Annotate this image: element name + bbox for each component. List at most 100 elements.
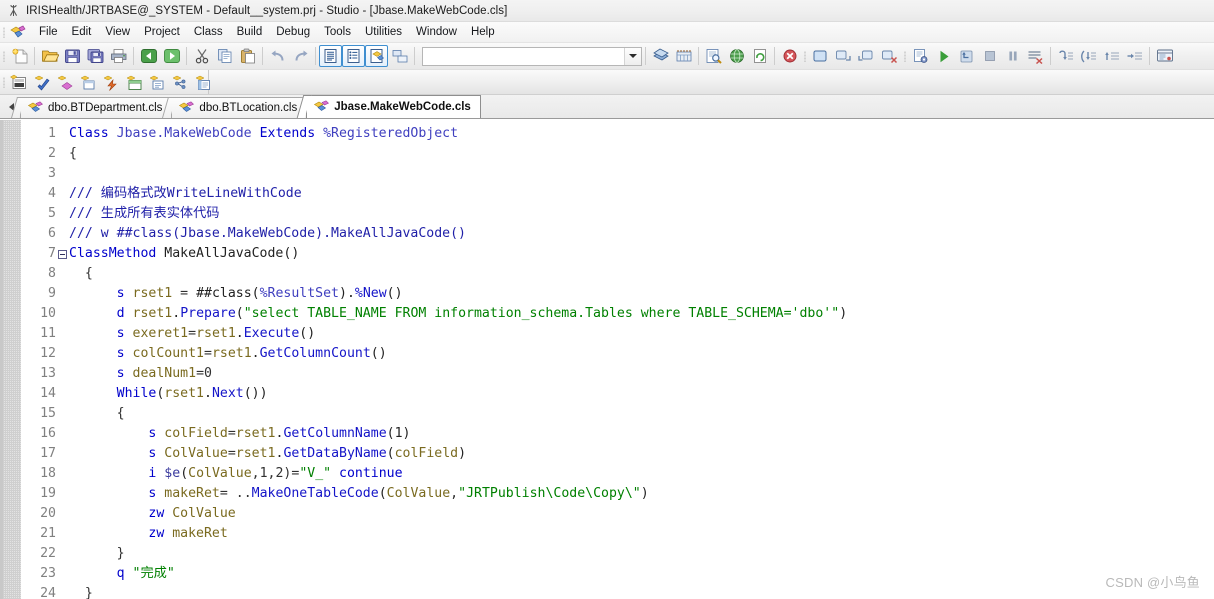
restart-button[interactable] xyxy=(955,45,978,67)
code-line[interactable]: 17 s ColValue=rset1.GetDataByName(colFie… xyxy=(22,444,1214,464)
next-window-button[interactable] xyxy=(832,45,855,67)
code-line[interactable]: 14 While(rset1.Next()) xyxy=(22,384,1214,404)
new-class-button[interactable] xyxy=(8,71,31,93)
navigate-back-button[interactable] xyxy=(137,45,160,67)
stop-debug-button[interactable] xyxy=(978,45,1001,67)
toolbar-grip[interactable] xyxy=(801,48,809,64)
view-class-button[interactable] xyxy=(365,45,388,67)
code-line[interactable]: 13 s dealNum1=0 xyxy=(22,364,1214,384)
refresh-button[interactable] xyxy=(748,45,771,67)
open-button[interactable] xyxy=(38,45,61,67)
menu-help[interactable]: Help xyxy=(464,24,502,41)
toolbar-separator xyxy=(414,47,415,65)
code-line[interactable]: 10 d rset1.Prepare("select TABLE_NAME FR… xyxy=(22,304,1214,324)
menu-view[interactable]: View xyxy=(98,24,137,41)
code-line[interactable]: 3 xyxy=(22,164,1214,184)
step-into-button[interactable] xyxy=(1077,45,1100,67)
paste-button[interactable] xyxy=(236,45,259,67)
code-line[interactable]: 7 ClassMethod MakeAllJavaCode() xyxy=(22,244,1214,264)
copy-button[interactable] xyxy=(213,45,236,67)
save-all-button[interactable] xyxy=(84,45,107,67)
code-token: ) xyxy=(839,306,848,321)
tab-dbo-btlocation[interactable]: dbo.BTLocation.cls xyxy=(171,97,308,118)
code-editor[interactable]: 1 Class Jbase.MakeWebCode Extends %Regist… xyxy=(0,119,1214,599)
menu-edit[interactable]: Edit xyxy=(65,24,99,41)
code-line[interactable]: 12 s colCount1=rset1.GetColumnCount() xyxy=(22,344,1214,364)
menu-class[interactable]: Class xyxy=(187,24,230,41)
menu-utilities[interactable]: Utilities xyxy=(358,24,409,41)
clear-breakpoints-button[interactable] xyxy=(1024,45,1047,67)
code-line[interactable]: 8 { xyxy=(22,264,1214,284)
menu-tools[interactable]: Tools xyxy=(317,24,358,41)
navigate-forward-button[interactable] xyxy=(160,45,183,67)
find-in-files-button[interactable] xyxy=(702,45,725,67)
code-line[interactable]: 18 i $e(ColValue,1,2)="V_" continue xyxy=(22,464,1214,484)
menu-project[interactable]: Project xyxy=(137,24,187,41)
toolbar-grip[interactable] xyxy=(0,48,8,64)
menu-build[interactable]: Build xyxy=(230,24,270,41)
menu-window[interactable]: Window xyxy=(409,24,464,41)
code-line[interactable]: 9 s rset1 = ##class(%ResultSet).%New() xyxy=(22,284,1214,304)
code-line[interactable]: 23 q "完成" xyxy=(22,564,1214,584)
code-text-area[interactable]: 1 Class Jbase.MakeWebCode Extends %Regist… xyxy=(22,120,1214,599)
code-token: Extends xyxy=(259,126,324,141)
new-trigger-button[interactable] xyxy=(100,71,123,93)
view-split-button[interactable] xyxy=(388,45,411,67)
save-button[interactable] xyxy=(61,45,84,67)
view-inspector-button[interactable] xyxy=(342,45,365,67)
code-line[interactable]: 22 } xyxy=(22,544,1214,564)
menu-file[interactable]: File xyxy=(32,24,65,41)
editor-margin-gutter[interactable] xyxy=(3,120,22,599)
chevron-down-icon[interactable] xyxy=(624,47,641,65)
new-projection-button[interactable] xyxy=(192,71,215,93)
run-to-cursor-button[interactable] xyxy=(1123,45,1146,67)
toolbar-grip[interactable] xyxy=(901,48,909,64)
new-window-button[interactable] xyxy=(809,45,832,67)
menu-debug[interactable]: Debug xyxy=(269,24,317,41)
code-line[interactable]: 19 s makeRet= ..MakeOneTableCode(ColValu… xyxy=(22,484,1214,504)
print-button[interactable] xyxy=(107,45,130,67)
view-webpage-button[interactable] xyxy=(725,45,748,67)
new-file-button[interactable] xyxy=(8,45,31,67)
new-property-button[interactable] xyxy=(31,71,54,93)
code-line[interactable]: 5 /// 生成所有表实体代码 xyxy=(22,204,1214,224)
class-toolbar-grip[interactable] xyxy=(0,74,8,90)
redo-button[interactable] xyxy=(289,45,312,67)
watch-window-button[interactable] xyxy=(1153,45,1176,67)
menu-grip[interactable] xyxy=(0,24,8,40)
toolbar-separator xyxy=(774,47,775,65)
stop-button[interactable] xyxy=(778,45,801,67)
code-line[interactable]: 15 { xyxy=(22,404,1214,424)
run-button[interactable] xyxy=(932,45,955,67)
tab-jbase-makewebcode[interactable]: Jbase.MakeWebCode.cls xyxy=(306,95,481,118)
undo-button[interactable] xyxy=(266,45,289,67)
view-source-button[interactable] xyxy=(319,45,342,67)
code-line[interactable]: 6 /// w ##class(Jbase.MakeWebCode).MakeAl… xyxy=(22,224,1214,244)
new-method-button[interactable] xyxy=(54,71,77,93)
code-line[interactable]: 1 Class Jbase.MakeWebCode Extends %Regist… xyxy=(22,124,1214,144)
code-token: /// 生成所有表实体代码 xyxy=(69,206,220,221)
compile-all-button[interactable] xyxy=(672,45,695,67)
code-line[interactable]: 2{ xyxy=(22,144,1214,164)
code-line[interactable]: 21 zw makeRet xyxy=(22,524,1214,544)
cut-button[interactable] xyxy=(190,45,213,67)
pause-button[interactable] xyxy=(1001,45,1024,67)
new-index-button[interactable] xyxy=(146,71,169,93)
code-line[interactable]: 24 } xyxy=(22,584,1214,599)
code-line[interactable]: 4 /// 编码格式改WriteLineWithCode xyxy=(22,184,1214,204)
step-over-button[interactable] xyxy=(1054,45,1077,67)
code-line[interactable]: 20 zw ColValue xyxy=(22,504,1214,524)
code-line[interactable]: 16 s colField=rset1.GetColumnName(1) xyxy=(22,424,1214,444)
new-parameter-button[interactable] xyxy=(77,71,100,93)
close-window-button[interactable] xyxy=(878,45,901,67)
code-line[interactable]: 11 s exeret1=rset1.Execute() xyxy=(22,324,1214,344)
prev-window-button[interactable] xyxy=(855,45,878,67)
debug-settings-button[interactable] xyxy=(909,45,932,67)
new-xdata-button[interactable] xyxy=(169,71,192,93)
member-combo[interactable] xyxy=(422,46,642,66)
new-query-button[interactable] xyxy=(123,71,146,93)
fold-collapse-icon[interactable] xyxy=(56,249,69,259)
tab-dbo-btdepartment[interactable]: dbo.BTDepartment.cls xyxy=(20,97,173,118)
step-out-button[interactable] xyxy=(1100,45,1123,67)
compile-button[interactable] xyxy=(649,45,672,67)
